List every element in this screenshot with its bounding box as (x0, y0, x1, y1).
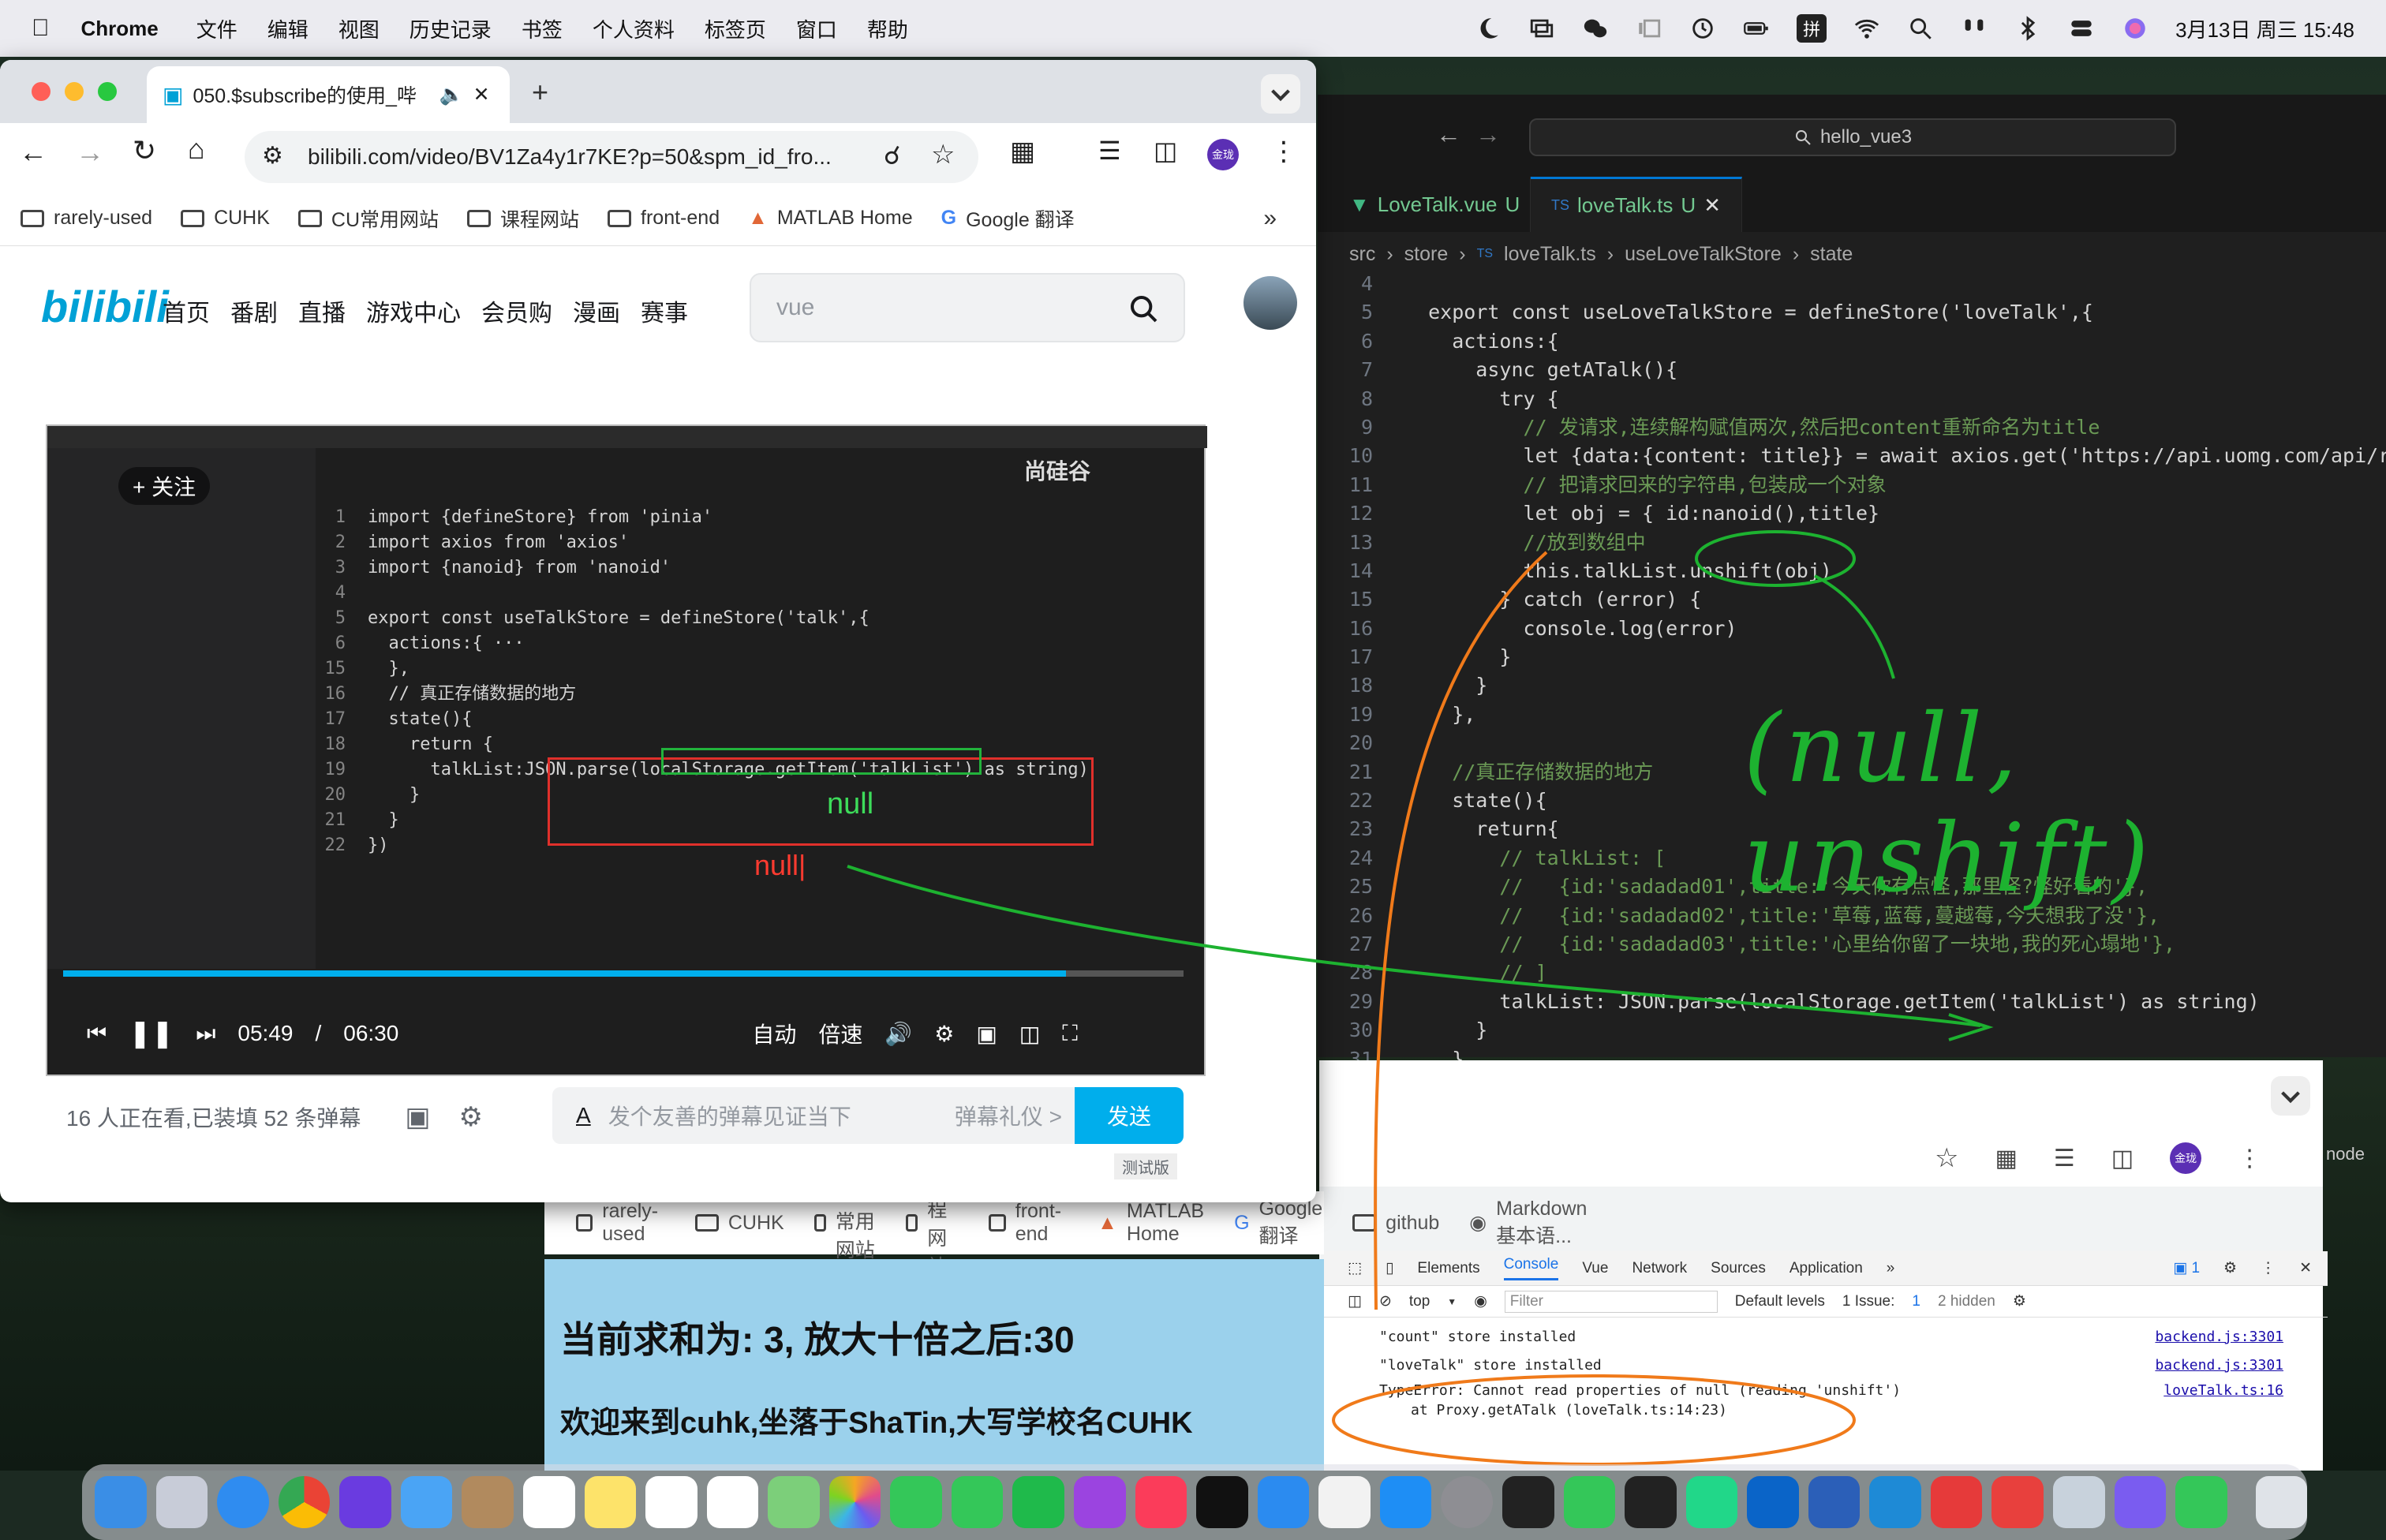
orange-arrow (1374, 551, 1548, 1310)
finder-icon[interactable] (95, 1476, 147, 1528)
youdao-icon[interactable] (1991, 1476, 2044, 1528)
system-settings-icon[interactable] (1441, 1476, 1493, 1528)
wechat-devtools-icon[interactable] (1563, 1476, 1616, 1528)
green-arrow (847, 865, 1981, 1027)
mail-icon[interactable] (400, 1476, 453, 1528)
textedit-icon[interactable] (1318, 1476, 1371, 1528)
contacts-icon[interactable] (462, 1476, 514, 1528)
maps-icon[interactable] (768, 1476, 820, 1528)
podcasts-icon[interactable] (1074, 1476, 1126, 1528)
keynote-icon[interactable] (1257, 1476, 1310, 1528)
intellij-icon[interactable] (1502, 1476, 1554, 1528)
dock (82, 1464, 2308, 1540)
orange-circle (1332, 1374, 1856, 1466)
green-arrow-head (1948, 1013, 1994, 1041)
vscode-icon[interactable] (1869, 1476, 1921, 1528)
facetime-icon[interactable] (890, 1476, 942, 1528)
trash-icon[interactable] (2255, 1476, 2308, 1528)
chrome-icon[interactable] (278, 1476, 331, 1528)
pycharm-icon[interactable] (1685, 1476, 1738, 1528)
messages-icon[interactable] (951, 1476, 1004, 1528)
tv-icon[interactable] (1196, 1476, 1248, 1528)
green-pointer (1814, 574, 1895, 679)
photos-icon[interactable] (828, 1476, 881, 1528)
calendar-icon[interactable] (522, 1476, 575, 1528)
freeform-icon[interactable] (645, 1476, 697, 1528)
launchpad-icon[interactable] (155, 1476, 208, 1528)
outlook-icon[interactable] (1747, 1476, 1799, 1528)
app-store-icon[interactable] (1379, 1476, 1432, 1528)
wechat-icon[interactable] (2175, 1476, 2227, 1528)
notes-icon[interactable] (584, 1476, 637, 1528)
numbers-icon[interactable] (1012, 1476, 1064, 1528)
siri-icon[interactable] (339, 1476, 391, 1528)
safari-icon[interactable] (217, 1476, 269, 1528)
music-icon[interactable] (1135, 1476, 1187, 1528)
reminders-icon[interactable] (706, 1476, 759, 1528)
netease-music-icon[interactable] (1930, 1476, 1983, 1528)
preview-icon[interactable] (2053, 1476, 2105, 1528)
chat-app-icon[interactable] (2114, 1476, 2167, 1528)
clion-icon[interactable] (1625, 1476, 1677, 1528)
annotation-arrows (847, 530, 1994, 1466)
green-circle (1695, 530, 1856, 587)
word-icon[interactable] (1808, 1476, 1861, 1528)
